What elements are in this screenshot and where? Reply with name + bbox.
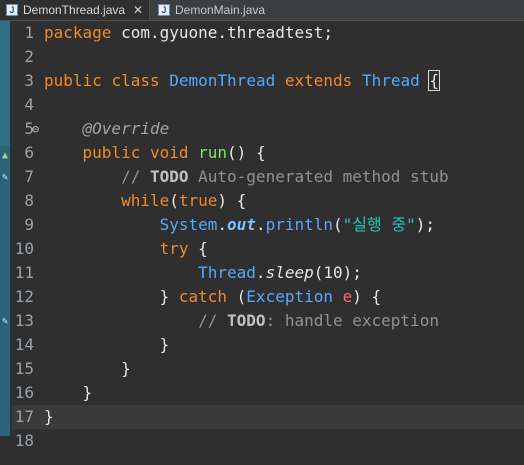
keyword: class: [111, 71, 160, 90]
todo-tag: TODO: [149, 167, 189, 186]
type-name: Exception: [246, 287, 333, 306]
line-number: 15: [14, 359, 34, 378]
close-icon[interactable]: ✕: [133, 3, 143, 17]
parameter: e: [342, 287, 353, 306]
code-line-1: package com.gyuone.threadtest;: [44, 21, 333, 45]
punctuation: }: [121, 359, 131, 378]
line-number: 6: [24, 143, 34, 162]
line-number: 8: [24, 191, 34, 210]
code-line-3: public class DemonThread extends Thread …: [44, 69, 440, 93]
line-number-gutter: 1 2 3 4 5 6 7 8 9 10 11 12 13 14 15 16 1…: [12, 21, 42, 465]
punctuation: }: [159, 287, 179, 306]
punctuation: (: [169, 191, 179, 210]
keyword: public: [44, 71, 102, 90]
line-number: 2: [24, 47, 34, 66]
java-file-icon: J: [6, 4, 18, 16]
line-number: 4: [24, 95, 34, 114]
type-name: Thread: [198, 263, 256, 282]
todo-tag: TODO: [227, 311, 266, 330]
punctuation: .: [217, 215, 228, 234]
code-editor[interactable]: package com.gyuone.threadtest; public cl…: [44, 21, 524, 465]
line-number: 14: [14, 335, 34, 354]
punctuation: ) {: [352, 287, 382, 306]
punctuation: }: [82, 383, 93, 402]
keyword: extends: [284, 71, 353, 90]
keyword: catch: [178, 287, 228, 306]
line-number: 17: [14, 407, 34, 426]
code-line-15: }: [44, 357, 131, 381]
line-number: 16: [14, 383, 34, 402]
punctuation: .: [255, 215, 266, 234]
line-number: 10: [14, 239, 34, 258]
comment: : handle exception: [265, 311, 439, 330]
keyword: while: [121, 191, 170, 210]
tab-demonthread[interactable]: J DemonThread.java ✕: [0, 0, 150, 20]
class-name: DemonThread: [169, 71, 276, 90]
comment: Auto-generated method stub: [188, 167, 449, 186]
static-field: out: [227, 215, 256, 234]
java-file-icon: J: [158, 4, 170, 16]
punctuation: );: [415, 215, 435, 234]
line-number: 9: [24, 215, 34, 234]
punctuation: (: [227, 287, 247, 306]
comment: //: [121, 167, 150, 186]
line-number: 11: [14, 263, 34, 282]
code-line-13: // TODO: handle exception: [44, 309, 439, 333]
punctuation: (: [333, 215, 343, 234]
line-number: 12: [14, 287, 34, 306]
code-line-14: }: [44, 333, 170, 357]
punctuation: ) {: [217, 191, 247, 210]
punctuation: }: [159, 335, 170, 354]
line-number: 13: [14, 311, 34, 330]
static-method-call: sleep: [265, 263, 314, 282]
line-number: 18: [14, 431, 34, 450]
keyword: try: [159, 239, 189, 258]
line-number: 1: [24, 23, 34, 42]
line-number: 3: [24, 71, 34, 90]
string-literal: "실행 중": [342, 215, 416, 234]
method-name: run: [198, 143, 228, 162]
number-literal: 10: [323, 263, 343, 282]
code-line-6: public void run() {: [44, 141, 266, 165]
punctuation: () {: [227, 143, 266, 162]
editor-tab-bar: J DemonThread.java ✕ J DemonMain.java: [0, 0, 524, 21]
tab-demonmain[interactable]: J DemonMain.java: [152, 0, 292, 20]
code-line-11: Thread.sleep(10);: [44, 261, 362, 285]
code-line-10: try {: [44, 237, 208, 261]
comment: //: [198, 311, 228, 330]
punctuation: (: [313, 263, 324, 282]
code-line-17: }: [44, 405, 54, 429]
code-line-8: while(true) {: [44, 189, 246, 213]
method-call: println: [265, 215, 334, 234]
keyword: void: [149, 143, 189, 162]
code-line-12: } catch (Exception e) {: [44, 285, 382, 309]
keyword: public: [82, 143, 141, 162]
line-number: 5: [24, 119, 34, 138]
code-line-16: }: [44, 381, 93, 405]
annotation: @Override: [82, 119, 170, 138]
type-name: System: [159, 215, 218, 234]
package-name: com.gyuone.threadtest;: [111, 23, 333, 42]
line-number: 7: [24, 167, 34, 186]
punctuation: .: [255, 263, 266, 282]
code-line-5: @Override: [44, 117, 170, 141]
punctuation: {: [188, 239, 208, 258]
keyword: package: [44, 23, 112, 42]
code-line-9: System.out.println("실행 중");: [44, 213, 435, 237]
tab-label: DemonThread.java: [23, 3, 126, 17]
punctuation: );: [342, 263, 362, 282]
punctuation: }: [44, 407, 54, 426]
code-line-7: // TODO Auto-generated method stub: [44, 165, 449, 189]
fold-toggle-icon[interactable]: ⊖: [32, 122, 39, 136]
matching-brace: {: [428, 70, 440, 91]
tab-label: DemonMain.java: [175, 3, 266, 17]
superclass-name: Thread: [361, 71, 420, 90]
keyword: true: [178, 191, 218, 210]
